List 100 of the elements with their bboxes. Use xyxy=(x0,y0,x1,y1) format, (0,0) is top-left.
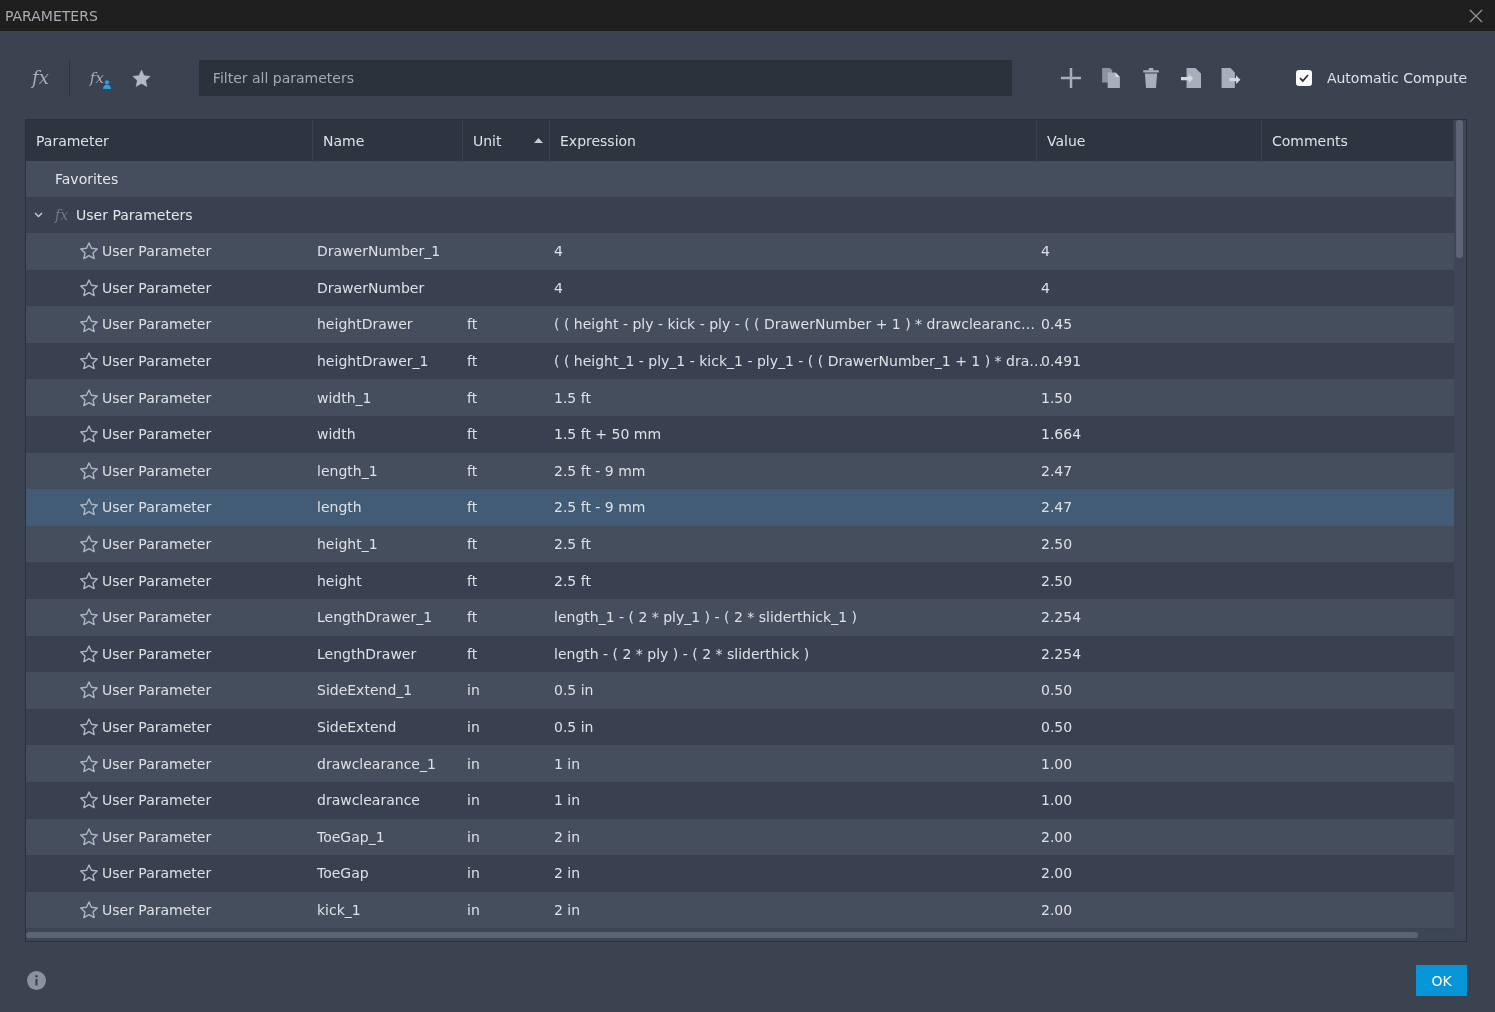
value-cell: 0.491 xyxy=(1041,353,1082,370)
automatic-compute-toggle[interactable]: Automatic Compute xyxy=(1295,70,1467,86)
star-icon[interactable] xyxy=(80,608,98,627)
star-icon[interactable] xyxy=(80,498,98,517)
unit-cell: ft xyxy=(467,316,478,333)
name-cell: DrawerNumber xyxy=(317,279,425,296)
close-icon[interactable] xyxy=(1469,8,1483,23)
value-cell: 2.50 xyxy=(1041,536,1073,553)
user-function-button[interactable]: fx xyxy=(89,70,111,86)
star-icon[interactable] xyxy=(80,242,98,261)
unit-cell: ft xyxy=(467,499,478,516)
value-cell: 2.00 xyxy=(1041,902,1073,918)
star-icon[interactable] xyxy=(80,681,98,700)
unit-cell: ft xyxy=(467,389,478,406)
table-row[interactable]: User Parameter width_1 ft 1.5 ft 1.50 xyxy=(26,379,1454,416)
trash-icon[interactable] xyxy=(1140,68,1161,88)
name-cell: length_1 xyxy=(317,462,378,479)
name-cell: kick_1 xyxy=(317,902,361,918)
file-import-icon[interactable] xyxy=(1180,68,1201,88)
group-row[interactable]: Favorites xyxy=(26,161,1454,197)
star-icon[interactable] xyxy=(80,754,98,773)
star-icon[interactable] xyxy=(80,644,98,663)
parameter-cell: User Parameter xyxy=(102,426,212,443)
parameter-cell: User Parameter xyxy=(102,682,212,699)
expression-cell: 2 in xyxy=(554,865,581,882)
expression-cell: 4 xyxy=(554,279,563,296)
expression-cell: 1.5 ft + 50 mm xyxy=(554,426,662,443)
table-row[interactable]: User Parameter drawclearance_1 in 1 in 1.00 xyxy=(26,745,1454,782)
group-label: Favorites xyxy=(55,171,119,187)
star-icon[interactable] xyxy=(80,278,98,297)
value-cell: 1.00 xyxy=(1041,755,1073,772)
unit-cell: in xyxy=(467,902,480,918)
table-row[interactable]: User Parameter DrawerNumber_1 4 4 xyxy=(26,233,1454,270)
unit-cell: in xyxy=(467,682,480,699)
value-cell: 2.254 xyxy=(1041,609,1082,626)
vertical-scrollbar[interactable] xyxy=(1454,120,1466,929)
filter-field[interactable]: Filter all parameters xyxy=(198,60,1012,96)
parameter-cell: User Parameter xyxy=(102,389,212,406)
plus-icon[interactable] xyxy=(1060,68,1081,88)
star-icon[interactable] xyxy=(80,827,98,846)
info-icon[interactable] xyxy=(27,971,46,990)
parameter-cell: User Parameter xyxy=(102,719,212,735)
function-button[interactable]: fx xyxy=(32,69,49,87)
table-row[interactable]: User Parameter ToeGap_1 in 2 in 2.00 xyxy=(26,818,1454,856)
checkbox[interactable] xyxy=(1295,70,1312,86)
scrollbar-thumb[interactable] xyxy=(1456,120,1463,258)
table-row[interactable]: User Parameter heightDrawer ft ( ( height - ply - kick - ply - ( ( DrawerNumber + 1 ) * drawclearanc… 0.45 xyxy=(26,306,1454,343)
star-icon[interactable] xyxy=(80,425,98,444)
star-icon[interactable] xyxy=(80,571,98,590)
unit-cell: ft xyxy=(467,353,478,370)
star-icon[interactable] xyxy=(80,791,98,810)
value-cell: 2.254 xyxy=(1041,645,1082,662)
expression-cell: 2 in xyxy=(554,902,581,918)
star-icon[interactable] xyxy=(80,315,98,334)
star-icon[interactable] xyxy=(80,352,98,371)
sort-arrow-icon[interactable] xyxy=(534,138,543,143)
scrollbar-thumb[interactable] xyxy=(26,932,1418,938)
table-row[interactable]: User Parameter length ft 2.5 ft - 9 mm 2.47 xyxy=(26,489,1454,526)
parameter-cell: User Parameter xyxy=(102,316,212,333)
group-label: User Parameters xyxy=(76,207,193,223)
star-icon[interactable] xyxy=(80,718,98,736)
name-cell: heightDrawer xyxy=(317,316,413,333)
parameter-cell: User Parameter xyxy=(102,609,212,626)
table-row[interactable]: User Parameter kick_1 in 2 in 2.00 xyxy=(26,891,1454,929)
value-cell: 2.00 xyxy=(1041,865,1073,882)
favorites-button[interactable] xyxy=(131,68,151,88)
parameter-cell: User Parameter xyxy=(102,792,212,809)
table-row[interactable]: User Parameter length_1 ft 2.5 ft - 9 mm 2.47 xyxy=(26,452,1454,490)
value-cell: 2.47 xyxy=(1041,499,1073,516)
value-cell: 2.47 xyxy=(1041,462,1073,479)
star-icon[interactable] xyxy=(80,388,98,407)
expression-cell: length - ( 2 * ply ) - ( 2 * sliderthick ) xyxy=(554,645,810,662)
parameter-cell: User Parameter xyxy=(102,499,212,516)
file-export-icon[interactable] xyxy=(1220,68,1241,88)
name-cell: height_1 xyxy=(317,536,378,553)
name-cell: heightDrawer_1 xyxy=(317,353,429,370)
value-cell: 0.50 xyxy=(1041,719,1073,735)
horizontal-scrollbar[interactable] xyxy=(26,929,1466,941)
expression-cell: 0.5 in xyxy=(554,719,594,735)
name-cell: drawclearance xyxy=(317,792,420,809)
value-cell: 1.50 xyxy=(1041,389,1073,406)
star-icon[interactable] xyxy=(80,864,98,883)
star-icon[interactable] xyxy=(80,535,98,554)
unit-cell: in xyxy=(467,755,480,772)
parameter-cell: User Parameter xyxy=(102,279,212,296)
star-icon xyxy=(131,68,151,88)
name-cell: width xyxy=(317,426,356,443)
value-cell: 0.50 xyxy=(1041,682,1073,699)
parameter-cell: User Parameter xyxy=(102,572,212,589)
expression-cell: 2 in xyxy=(554,828,581,845)
star-icon[interactable] xyxy=(80,901,98,919)
caret-icon[interactable] xyxy=(34,212,43,218)
table-row[interactable]: User Parameter LengthDrawer_1 ft length_1 - ( 2 * ply_1 ) - ( 2 * sliderthick_1 ) 2.254 xyxy=(26,598,1454,636)
unit-cell: ft xyxy=(467,426,478,443)
unit-cell: ft xyxy=(467,536,478,553)
parameter-cell: User Parameter xyxy=(102,243,212,260)
table-row[interactable]: User Parameter SideExtend_1 in 0.5 in 0.50 xyxy=(26,672,1454,709)
table-row[interactable]: User Parameter height_1 ft 2.5 ft 2.50 xyxy=(26,525,1454,563)
copy-icon[interactable] xyxy=(1100,68,1121,88)
star-icon[interactable] xyxy=(80,461,98,480)
